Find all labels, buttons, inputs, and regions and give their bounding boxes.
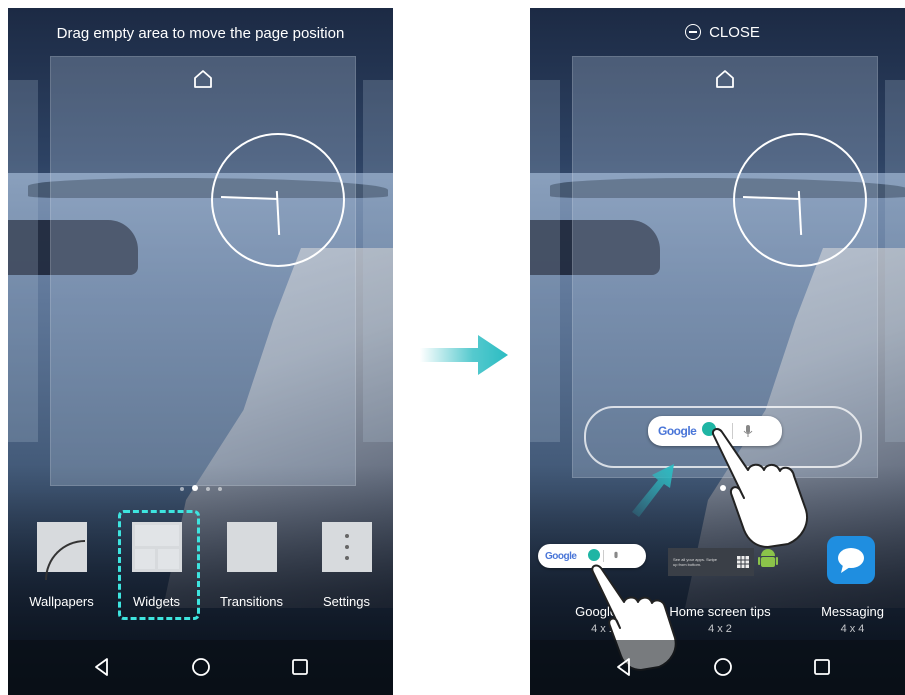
widgets-highlight-box [118, 510, 200, 620]
touch-point [586, 547, 602, 563]
clock-minute-hand [275, 190, 281, 236]
transitions-label: Transitions [219, 594, 284, 609]
minus-circle-icon [685, 24, 702, 40]
close-button[interactable]: CLOSE [530, 24, 905, 41]
edit-options-bar: Wallpapers Widgets Transitions Settings [8, 510, 393, 630]
messaging-widget-size: 4 x 4 [840, 623, 865, 635]
home-icon[interactable] [713, 67, 737, 91]
hand-pointer-icon [712, 428, 808, 548]
nav-bar [530, 640, 905, 695]
wallpapers-label: Wallpapers [29, 594, 94, 609]
clock-minute-hand [797, 190, 803, 236]
back-icon[interactable] [613, 656, 635, 678]
page-dot [217, 487, 222, 491]
home-screen-tips-icon[interactable]: See all your apps. Swipe up from bottom. [668, 548, 754, 576]
phone-screen-right: CLOSE Google Google See all your apps. S [530, 8, 905, 695]
home-nav-icon[interactable] [190, 656, 212, 678]
close-label: CLOSE [709, 24, 760, 41]
settings-icon [321, 522, 372, 572]
drag-hint-text: Drag empty area to move the page positio… [56, 25, 345, 42]
page-dot-active [191, 485, 198, 491]
mic-icon [614, 551, 619, 558]
prev-page-preview[interactable] [8, 80, 38, 442]
home-icon[interactable] [191, 67, 215, 91]
settings-label: Settings [323, 594, 370, 609]
google-logo: Google [658, 424, 697, 438]
tips-widget-label: Home screen tips [669, 604, 771, 619]
recents-icon[interactable] [811, 656, 833, 678]
tips-widget-size: 4 x 2 [708, 623, 732, 635]
wallpapers-option[interactable]: Wallpapers [14, 510, 109, 609]
tips-preview-text: See all your apps. Swipe up from bottom. [673, 557, 718, 567]
arrow-right-icon [420, 335, 508, 375]
apps-grid-icon [737, 556, 749, 568]
recents-icon[interactable] [289, 656, 311, 678]
next-page-preview[interactable] [363, 80, 393, 442]
transitions-option[interactable]: Transitions [204, 510, 299, 609]
home-page-preview[interactable] [50, 56, 356, 486]
messaging-icon[interactable] [827, 536, 875, 584]
phone-screen-left: Drag empty area to move the page positio… [8, 8, 393, 695]
back-icon[interactable] [91, 656, 113, 678]
messaging-widget-label: Messaging [821, 604, 884, 619]
page-dot [179, 487, 184, 491]
page-dot [205, 487, 210, 491]
settings-option[interactable]: Settings [299, 510, 393, 609]
android-icon [758, 549, 778, 567]
clock-widget-icon[interactable] [211, 133, 345, 267]
clock-widget-icon[interactable] [733, 133, 867, 267]
nav-bar [8, 640, 393, 695]
clock-hour-hand [220, 196, 279, 200]
google-logo-small: Google [545, 550, 577, 562]
home-nav-icon[interactable] [712, 656, 734, 678]
wallpaper-icon [36, 522, 87, 580]
page-indicator [8, 478, 393, 491]
next-page-preview[interactable] [885, 80, 905, 442]
transitions-icon [226, 522, 277, 572]
prev-page-preview[interactable] [530, 80, 560, 442]
drag-direction-arrow [632, 464, 674, 517]
clock-hour-hand [742, 196, 801, 200]
